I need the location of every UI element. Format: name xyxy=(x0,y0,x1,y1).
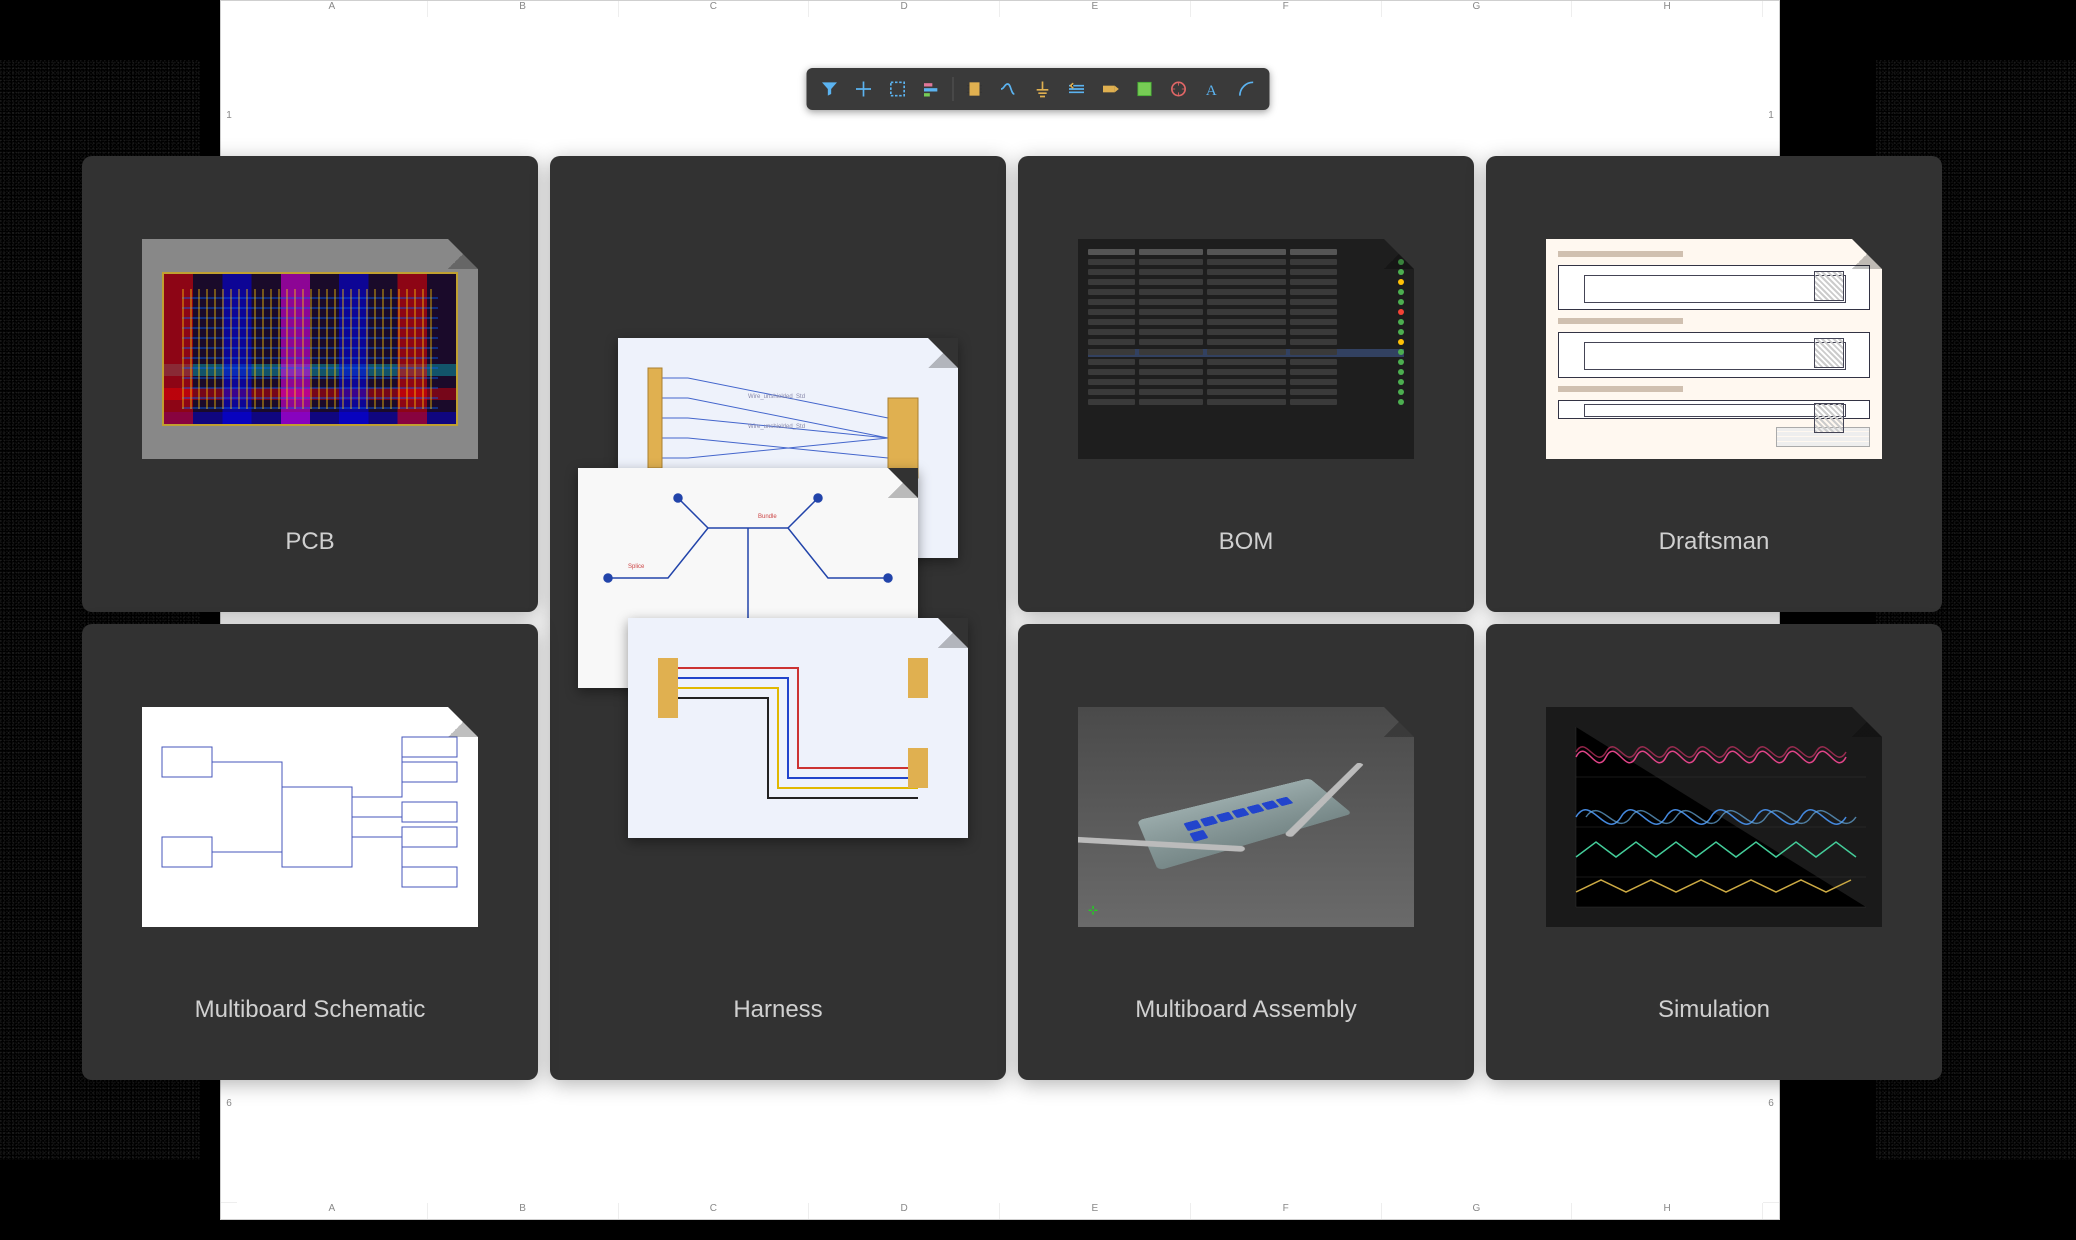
card-draftsman[interactable]: Draftsman xyxy=(1486,156,1942,612)
dogear-icon xyxy=(1852,239,1882,269)
dogear-icon xyxy=(1852,707,1882,737)
crosshair-icon[interactable] xyxy=(849,74,879,104)
thumbnail-simulation xyxy=(1546,707,1882,927)
column-headers-bottom: ABCDEFGH xyxy=(237,1203,1763,1219)
dogear-icon xyxy=(448,239,478,269)
dogear-icon xyxy=(1384,707,1414,737)
card-label: BOM xyxy=(1018,528,1474,556)
card-multiboard-assembly[interactable]: ⊹ Multiboard Assembly xyxy=(1018,624,1474,1080)
select-rect-icon[interactable] xyxy=(883,74,913,104)
column-headers-top: ABCDEFGH xyxy=(237,1,1763,17)
toolbar-separator xyxy=(953,77,954,101)
dogear-icon xyxy=(928,338,958,368)
card-pcb[interactable]: PCB xyxy=(82,156,538,612)
arc-icon[interactable] xyxy=(1232,74,1262,104)
thumbnail-bom xyxy=(1078,239,1414,459)
probe-icon[interactable] xyxy=(1164,74,1194,104)
dogear-icon xyxy=(1384,239,1414,269)
svg-text:Bundle: Bundle xyxy=(758,514,777,520)
card-label: Multiboard Schematic xyxy=(82,996,538,1024)
dogear-icon xyxy=(938,618,968,648)
floating-toolbar: A xyxy=(807,68,1270,110)
svg-text:A: A xyxy=(1206,83,1217,99)
document-type-grid: PCB Wire_unshielded_StdWire_unshielded_S… xyxy=(82,156,1942,1080)
card-simulation[interactable]: Simulation xyxy=(1486,624,1942,1080)
dogear-icon xyxy=(448,707,478,737)
align-icon[interactable] xyxy=(917,74,947,104)
ground-icon[interactable] xyxy=(1028,74,1058,104)
thumbnail-multiboard-schematic xyxy=(142,707,478,927)
component-icon[interactable] xyxy=(960,74,990,104)
card-label: Simulation xyxy=(1486,996,1942,1024)
thumbnail-pcb xyxy=(142,239,478,459)
card-label: Multiboard Assembly xyxy=(1018,996,1474,1024)
filter-icon[interactable] xyxy=(815,74,845,104)
axis-gizmo-icon: ⊹ xyxy=(1088,903,1098,917)
port-icon[interactable] xyxy=(1096,74,1126,104)
dogear-icon xyxy=(888,468,918,498)
card-harness[interactable]: Wire_unshielded_Std Wire_unshielded_Std S… xyxy=(550,156,1006,1080)
net-icon[interactable] xyxy=(994,74,1024,104)
card-multiboard-schematic[interactable]: Multiboard Schematic xyxy=(82,624,538,1080)
card-label: Harness xyxy=(550,996,1006,1024)
sheet-symbol-icon[interactable] xyxy=(1130,74,1160,104)
svg-text:Splice: Splice xyxy=(628,564,645,570)
card-bom[interactable]: BOM xyxy=(1018,156,1474,612)
thumbnail-multiboard-assembly: ⊹ xyxy=(1078,707,1414,927)
card-label: Draftsman xyxy=(1486,528,1942,556)
text-icon[interactable]: A xyxy=(1198,74,1228,104)
svg-text:Wire_unshielded_Std: Wire_unshielded_Std xyxy=(748,394,805,400)
bus-icon[interactable] xyxy=(1062,74,1092,104)
thumbnail-draftsman xyxy=(1546,239,1882,459)
svg-text:Wire_unshielded_Std: Wire_unshielded_Std xyxy=(748,424,805,430)
thumbnail-harness-stack: Wire_unshielded_Std Wire_unshielded_Std S… xyxy=(598,338,958,858)
card-label: PCB xyxy=(82,528,538,556)
